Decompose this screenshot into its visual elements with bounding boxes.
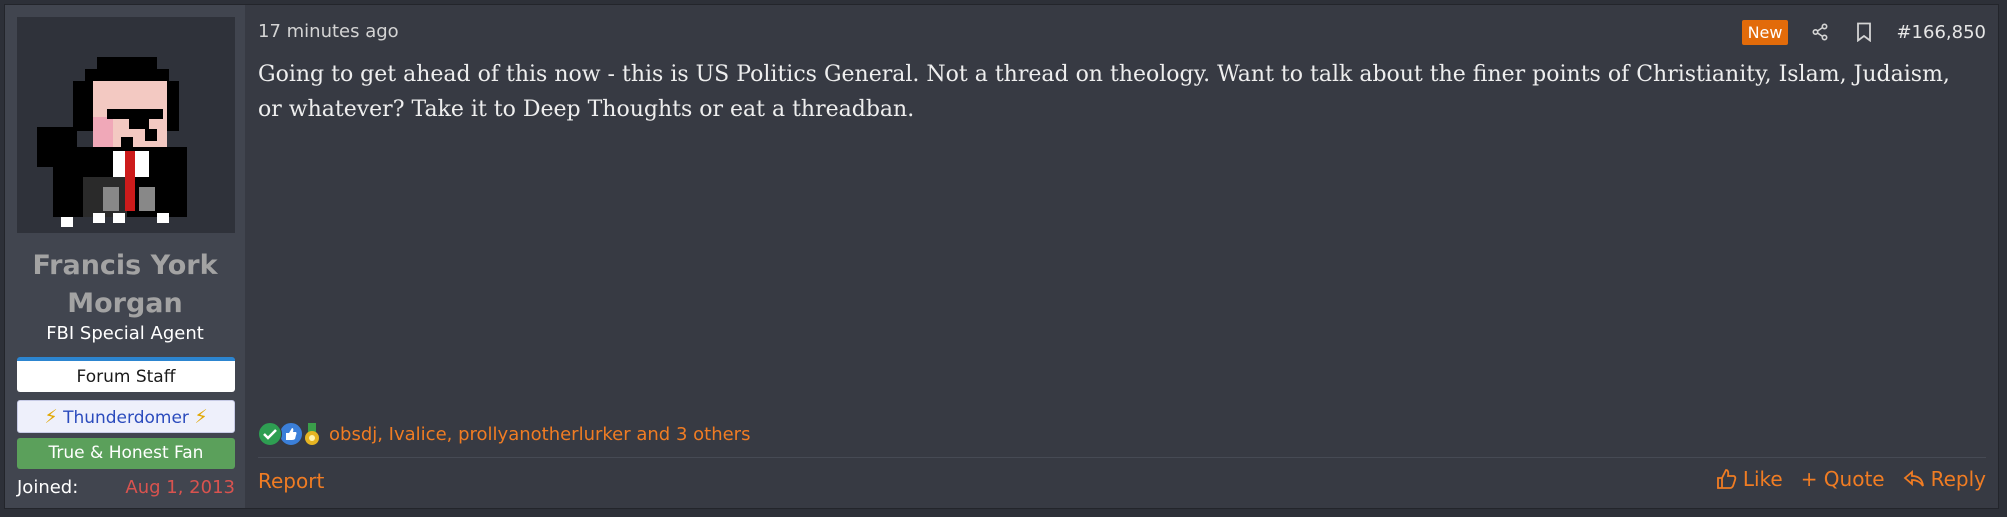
- bookmark-icon[interactable]: [1852, 20, 1876, 44]
- report-link[interactable]: Report: [258, 469, 324, 493]
- post-timestamp[interactable]: 17 minutes ago: [258, 21, 399, 42]
- post-footer-divider: [258, 457, 1986, 458]
- medal-icon: [300, 422, 324, 446]
- forum-staff-banner: Forum Staff: [17, 357, 235, 392]
- user-info-column: Francis York Morgan FBI Special Agent Fo…: [5, 5, 245, 508]
- like-button[interactable]: Like: [1715, 467, 1783, 491]
- fan-banner: True & Honest Fan: [17, 438, 235, 469]
- quote-label: + Quote: [1800, 467, 1885, 491]
- quote-button[interactable]: + Quote: [1801, 467, 1885, 491]
- lightning-icon: ⚡: [44, 406, 58, 428]
- reply-label: Reply: [1930, 467, 1986, 491]
- user-title: FBI Special Agent: [46, 323, 204, 344]
- post-number-link[interactable]: #166,850: [1896, 22, 1986, 43]
- joined-label: Joined:: [17, 477, 79, 498]
- thunderdome-label: Thunderdomer: [63, 408, 189, 428]
- post-tools: New #166,850: [1741, 18, 1986, 46]
- reply-button[interactable]: Reply: [1903, 467, 1986, 491]
- new-badge: New: [1741, 19, 1789, 45]
- lightning-icon: ⚡: [194, 406, 208, 428]
- reactions-bar[interactable]: obsdj, Ivalice, prollyanotherlurker and …: [258, 420, 750, 448]
- like-label: Like: [1742, 467, 1783, 491]
- pixel-avatar-image: [37, 57, 187, 227]
- reaction-icons: [258, 422, 321, 446]
- avatar[interactable]: [17, 17, 235, 233]
- username[interactable]: Francis York Morgan: [5, 247, 245, 323]
- reply-icon: [1903, 470, 1924, 487]
- post-message: Going to get ahead of this now - this is…: [258, 62, 1950, 122]
- thunderdome-banner: ⚡ Thunderdomer ⚡: [17, 400, 235, 433]
- post-container: Francis York Morgan FBI Special Agent Fo…: [4, 4, 1999, 509]
- reaction-users-link[interactable]: obsdj, Ivalice, prollyanotherlurker and …: [329, 424, 750, 445]
- like-icon: [1716, 469, 1737, 489]
- share-icon[interactable]: [1808, 20, 1832, 44]
- check-icon: [258, 422, 282, 446]
- post-actions: Like + Quote Reply: [1697, 467, 1986, 491]
- joined-date: Aug 1, 2013: [125, 477, 235, 498]
